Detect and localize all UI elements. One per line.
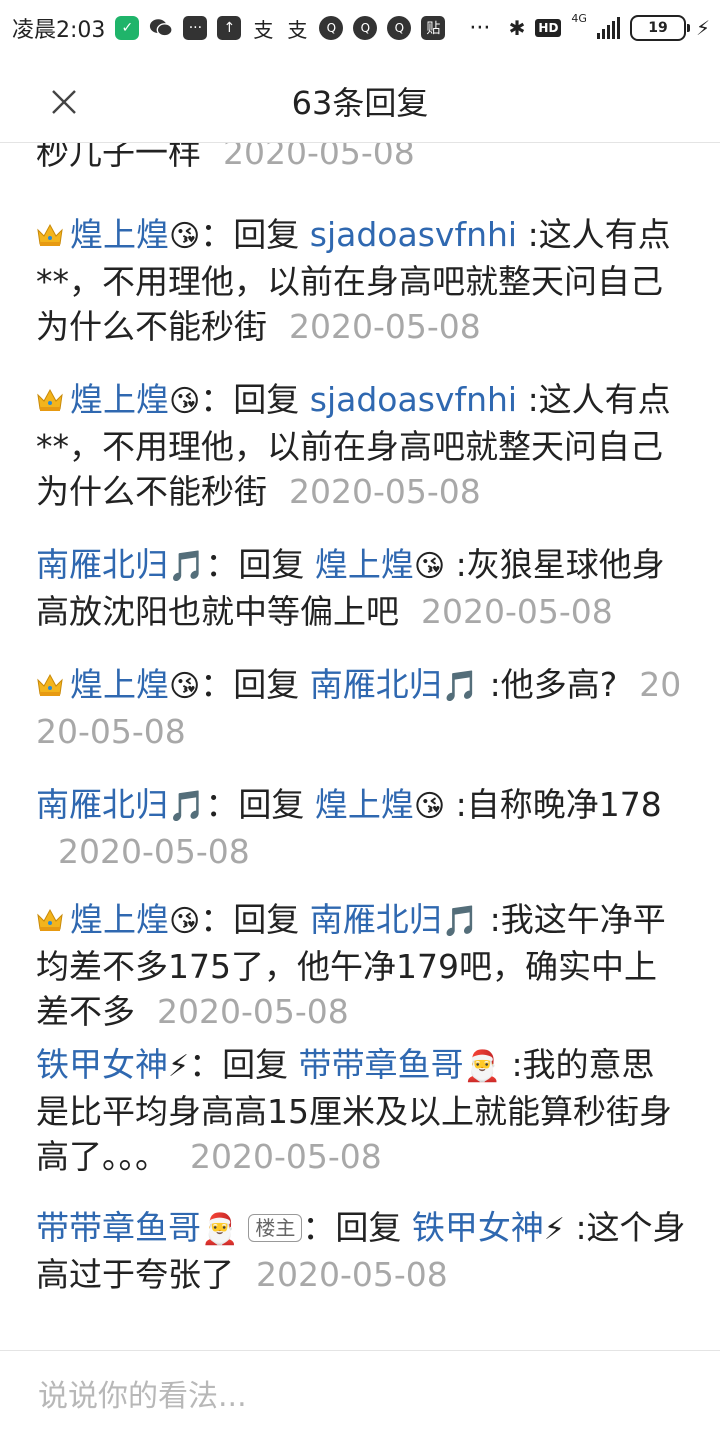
colon: ： <box>205 545 239 584</box>
reply-verb: 回复 <box>222 1045 289 1084</box>
reply-author[interactable]: 煌上煌 <box>70 215 169 254</box>
status-time: 凌晨2:03 <box>12 18 106 43</box>
crown-icon <box>37 908 63 931</box>
list-item[interactable]: 带带章鱼哥🎅 楼主 ：回复 铁甲女神⚡ :这个身高过于夸张了 2020-05-08 <box>36 1205 686 1297</box>
charging-icon: ⚡ <box>695 16 710 40</box>
colon: ： <box>200 665 234 704</box>
reply-date: 2020-05-08 <box>421 592 613 631</box>
list-item: 秒儿子一样 2020-05-08 <box>36 142 415 174</box>
reply-date: 2020-05-08 <box>157 992 349 1031</box>
colon: ： <box>189 1045 223 1084</box>
comment-input-bar <box>0 1350 720 1441</box>
author-emoji: 🎵 <box>168 549 206 584</box>
author-emoji: ⚡ <box>168 1049 190 1084</box>
reply-date: 2020-05-08 <box>223 142 415 172</box>
author-emoji: 🎵 <box>168 789 206 824</box>
reply-text: 秒儿子一样 <box>36 142 201 172</box>
hd-icon: HD <box>535 19 562 37</box>
reply-date: 2020-05-08 <box>58 832 250 871</box>
reply-verb: 回复 <box>233 665 300 704</box>
author-emoji: 😘 <box>169 384 201 419</box>
target-emoji: 😘 <box>413 549 446 584</box>
reply-target[interactable]: sjadoasvfnhi <box>310 380 517 419</box>
author-emoji: 🎅 <box>201 1212 239 1247</box>
colon: ： <box>200 900 234 939</box>
reply-date: 2020-05-08 <box>289 472 481 511</box>
more-dots-icon: ··· <box>469 15 491 41</box>
reply-target[interactable]: 南雁北归 <box>310 665 442 704</box>
list-item[interactable]: 铁甲女神⚡：回复 带带章鱼哥🎅 :我的意思是比平均身高高15厘米及以上就能算秒街… <box>36 1042 686 1179</box>
reply-date: 2020-05-08 <box>289 307 481 346</box>
target-emoji: 😘 <box>413 789 446 824</box>
reply-target[interactable]: sjadoasvfnhi <box>310 215 517 254</box>
shield-icon: ✓ <box>115 16 140 40</box>
reply-author[interactable]: 煌上煌 <box>70 665 169 704</box>
reply-author[interactable]: 南雁北归 <box>36 785 168 824</box>
reply-verb: 回复 <box>335 1208 402 1247</box>
reply-verb: 回复 <box>233 380 300 419</box>
target-emoji: 🎵 <box>441 904 480 939</box>
network-label: 4G <box>571 12 587 25</box>
crown-icon <box>37 673 63 696</box>
notification-icons: ✓ ··· ↑ 支 支 Q Q Q 贴 ··· <box>115 15 491 42</box>
target-emoji: ⚡ <box>543 1212 565 1247</box>
qq-icon: Q <box>353 16 378 40</box>
alipay-icon: 支 <box>287 17 308 42</box>
reply-text: :自称晚净178 <box>455 785 662 824</box>
qq-icon: Q <box>387 16 412 40</box>
paste-icon: 贴 <box>421 16 446 40</box>
reply-target[interactable]: 铁甲女神 <box>412 1208 544 1247</box>
list-item[interactable]: 煌上煌😘：回复 sjadoasvfnhi :这人有点**，不用理他，以前在身高吧… <box>36 377 686 514</box>
page-title: 63条回复 <box>291 84 429 122</box>
status-bar: 凌晨2:03 ✓ ··· ↑ 支 支 Q Q Q 贴 ··· ✱ HD 4G 1… <box>0 0 720 56</box>
reply-author[interactable]: 煌上煌 <box>70 900 169 939</box>
op-badge: 楼主 <box>248 1214 303 1242</box>
list-item[interactable]: 煌上煌😘：回复 南雁北归🎵 :他多高? 2020-05-08 <box>36 662 686 754</box>
author-emoji: 😘 <box>169 669 201 704</box>
reply-author[interactable]: 南雁北归 <box>36 545 168 584</box>
colon: ： <box>200 380 234 419</box>
crown-icon <box>37 388 63 411</box>
list-item[interactable]: 南雁北归🎵：回复 煌上煌😘 :自称晚净178 2020-05-08 <box>36 782 686 874</box>
reply-verb: 回复 <box>233 900 300 939</box>
list-item[interactable]: 煌上煌😘：回复 南雁北归🎵 :我这午净平均差不多175了，他午净179吧，确实中… <box>36 897 686 1034</box>
bluetooth-icon: ✱ <box>508 16 526 40</box>
crown-icon <box>37 223 63 246</box>
reply-target[interactable]: 煌上煌 <box>315 785 414 824</box>
reply-verb: 回复 <box>238 785 305 824</box>
reply-author[interactable]: 煌上煌 <box>70 380 169 419</box>
battery-level: 19 <box>648 20 668 36</box>
colon: ： <box>205 785 239 824</box>
battery-icon: 19 <box>629 15 690 41</box>
header-bar: 63条回复 <box>0 56 720 143</box>
reply-date: 2020-05-08 <box>190 1137 382 1176</box>
signal-icon <box>596 17 620 39</box>
reply-target[interactable]: 带带章鱼哥 <box>299 1045 464 1084</box>
message-icon: ··· <box>183 16 208 40</box>
alipay-icon: 支 <box>253 17 274 42</box>
system-indicators: ✱ HD 4G 19 ⚡ <box>509 0 710 56</box>
reply-text: :他多高? <box>489 665 618 704</box>
reply-author[interactable]: 带带章鱼哥 <box>36 1208 201 1247</box>
list-item[interactable]: 南雁北归🎵：回复 煌上煌😘 :灰狼星球他身高放沈阳也就中等偏上吧 2020-05-… <box>36 542 686 634</box>
colon: ： <box>200 215 234 254</box>
reply-target[interactable]: 南雁北归 <box>310 900 442 939</box>
wechat-icon <box>149 16 174 40</box>
reply-target[interactable]: 煌上煌 <box>315 545 414 584</box>
qq-icon: Q <box>319 16 344 40</box>
target-emoji: 🎅 <box>463 1049 501 1084</box>
comment-input[interactable] <box>36 1367 680 1425</box>
reply-date: 2020-05-08 <box>256 1255 448 1294</box>
reply-verb: 回复 <box>233 215 300 254</box>
author-emoji: 😘 <box>169 219 201 254</box>
target-emoji: 🎵 <box>441 669 480 704</box>
reply-verb: 回复 <box>238 545 305 584</box>
upload-icon: ↑ <box>217 16 242 40</box>
colon: ： <box>302 1208 336 1247</box>
author-emoji: 😘 <box>169 904 201 939</box>
reply-author[interactable]: 铁甲女神 <box>36 1045 168 1084</box>
reply-list[interactable]: 秒儿子一样 2020-05-08 煌上煌😘：回复 sjadoasvfnhi :这人… <box>0 142 720 1350</box>
list-item[interactable]: 煌上煌😘：回复 sjadoasvfnhi :这人有点**，不用理他，以前在身高吧… <box>36 212 686 349</box>
